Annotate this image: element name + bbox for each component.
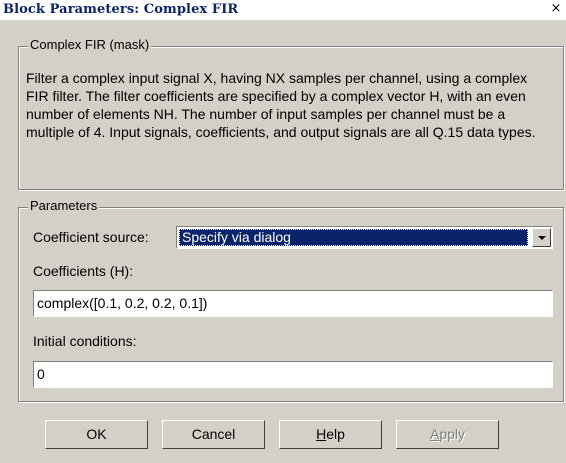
- initial-conditions-label: Initial conditions:: [33, 333, 137, 349]
- mask-group-legend: Complex FIR (mask): [28, 37, 152, 52]
- ok-button[interactable]: OK: [45, 420, 148, 449]
- dropdown-button[interactable]: [532, 228, 551, 247]
- help-button-label: Help: [316, 426, 345, 442]
- chevron-down-icon: [538, 236, 546, 240]
- close-icon[interactable]: ×: [548, 1, 564, 17]
- initial-conditions-field[interactable]: 0: [33, 361, 553, 388]
- cancel-button[interactable]: Cancel: [162, 420, 265, 449]
- apply-button[interactable]: Apply: [396, 420, 499, 449]
- coefficients-field[interactable]: complex([0.1, 0.2, 0.2, 0.1]): [33, 290, 553, 317]
- coefficient-source-dropdown[interactable]: Specify via dialog: [176, 226, 553, 249]
- coefficient-source-label: Coefficient source:: [33, 229, 149, 245]
- coefficient-source-value[interactable]: Specify via dialog: [179, 229, 528, 246]
- window-title: Block Parameters: Complex FIR: [3, 2, 239, 17]
- title-bar[interactable]: Block Parameters: Complex FIR ×: [0, 0, 566, 20]
- parameters-group-legend: Parameters: [28, 198, 100, 213]
- mask-description: Filter a complex input signal X, having …: [26, 70, 536, 140]
- dialog-window: Block Parameters: Complex FIR × Complex …: [0, 0, 566, 463]
- help-button[interactable]: Help: [279, 420, 382, 449]
- coefficients-label: Coefficients (H):: [33, 263, 134, 279]
